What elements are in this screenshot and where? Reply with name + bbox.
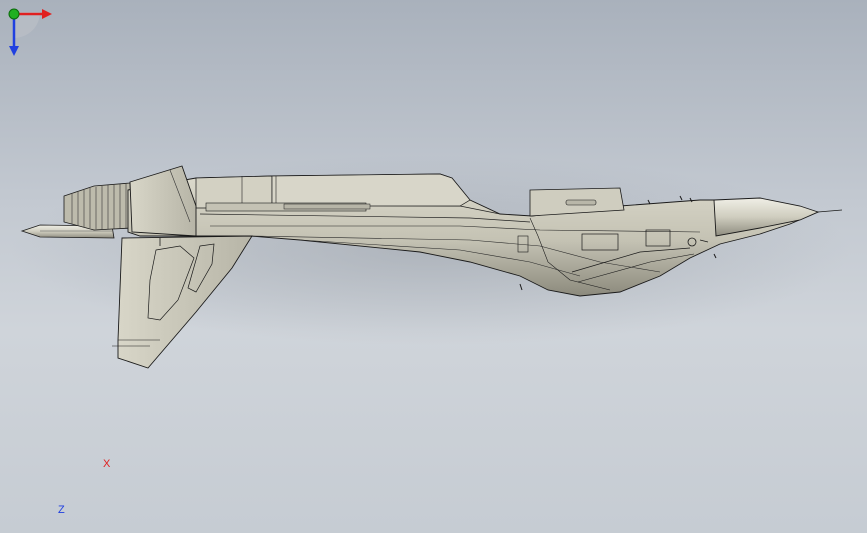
coordinate-triad xyxy=(8,8,52,56)
y-axis-dot xyxy=(8,8,20,20)
x-axis-label: X xyxy=(103,458,111,470)
engine-nozzle[interactable] xyxy=(63,182,133,231)
graphics-viewport[interactable]: X Z xyxy=(0,0,867,533)
z-axis-head xyxy=(9,46,19,56)
vertical-fin[interactable] xyxy=(129,165,197,237)
x-axis-head xyxy=(42,9,52,19)
aircraft-model[interactable] xyxy=(0,0,867,533)
z-axis-label: Z xyxy=(58,504,65,516)
